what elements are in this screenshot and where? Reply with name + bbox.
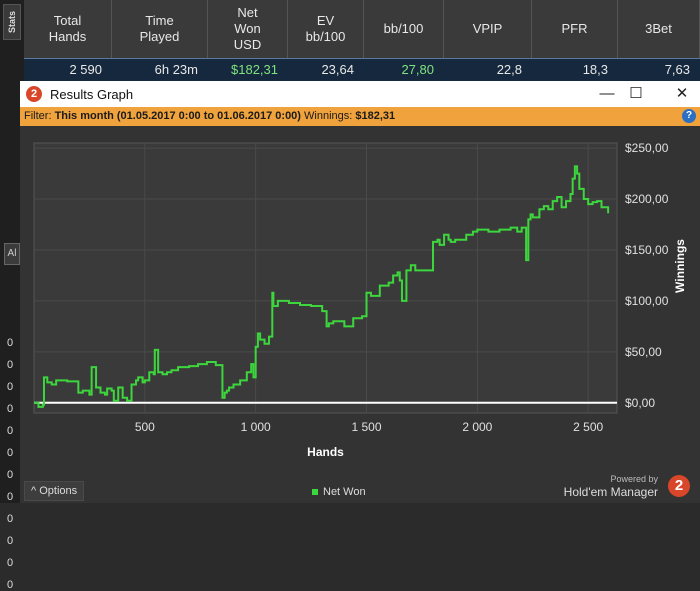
stats-cell: 6h 23m	[154, 62, 198, 77]
stats-cell: 7,63	[664, 62, 690, 77]
left-panel-box[interactable]: Al	[4, 243, 20, 265]
stats-cell: $182,31	[231, 62, 278, 77]
plot-area	[33, 142, 618, 414]
column-header[interactable]: VPIP	[444, 0, 532, 58]
column-header-label: bb/100	[383, 21, 424, 36]
column-header[interactable]: PFR	[532, 0, 618, 58]
chart-legend: Net Won	[312, 486, 366, 498]
left-list-item[interactable]: 0	[7, 535, 13, 547]
winnings-label: Winnings:	[304, 110, 353, 122]
filter-period: This month (01.05.2017 0:00 to 01.06.201…	[54, 110, 301, 122]
brand-logo-icon: 2	[668, 475, 690, 497]
column-header-label: VPIP	[472, 21, 503, 36]
left-list-item[interactable]: 0	[7, 425, 13, 437]
left-list-item[interactable]: 0	[7, 491, 13, 503]
stats-cell: 2 590	[69, 62, 102, 77]
left-list-item[interactable]: 0	[7, 557, 13, 569]
filter-bar: Filter: This month (01.05.2017 0:00 to 0…	[20, 107, 700, 126]
left-list-item[interactable]: 0	[7, 381, 13, 393]
x-tick-label: 2 500	[573, 420, 603, 434]
left-list-item[interactable]: 0	[7, 447, 13, 459]
stats-cell: 27,80	[401, 62, 434, 77]
column-header-label: Total Hands	[48, 13, 87, 44]
x-axis-label: Hands	[307, 445, 344, 459]
column-header-label: EV bb/100	[305, 13, 346, 44]
x-tick-label: 2 000	[462, 420, 492, 434]
legend-label: Net Won	[323, 486, 366, 498]
stats-header: Total Hands Time Played Net Won USD EV bb/1…	[24, 0, 700, 58]
column-header-label: PFR	[561, 21, 588, 36]
brand: Powered by Hold'em Manager 2	[564, 472, 694, 500]
minimize-icon[interactable]: —	[596, 84, 618, 104]
title-bar[interactable]: 2 Results Graph — ☐ ✕	[20, 81, 700, 107]
x-tick-label: 1 000	[241, 420, 271, 434]
chevron-up-icon: ^	[31, 485, 37, 497]
stats-row[interactable]: 2 590 6h 23m $182,31 23,64 27,80 22,8 18,3 7,63	[24, 58, 700, 81]
results-graph-window: 2 Results Graph — ☐ ✕ Filter: This month…	[20, 81, 700, 503]
app-logo-icon: 2	[26, 86, 42, 102]
y-tick-label: $100,00	[625, 294, 669, 308]
x-tick-label: 1 500	[351, 420, 381, 434]
stats-cell: 22,8	[496, 62, 522, 77]
window-title: Results Graph	[50, 87, 134, 102]
column-header[interactable]: 3Bet	[618, 0, 700, 58]
column-header-label: 3Bet	[645, 21, 672, 36]
options-label: Options	[39, 485, 78, 497]
y-tick-label: $0,00	[625, 396, 655, 410]
column-header[interactable]: bb/100	[364, 0, 444, 58]
stats-cell: 18,3	[582, 62, 608, 77]
close-icon[interactable]: ✕	[671, 84, 693, 104]
powered-by-label: Powered by	[610, 474, 658, 484]
y-tick-label: $50,00	[625, 345, 662, 359]
left-list-item[interactable]: 0	[7, 403, 13, 415]
help-icon[interactable]: ?	[682, 109, 696, 123]
left-list-item[interactable]: 0	[7, 579, 13, 591]
y-tick-label: $250,00	[625, 141, 669, 155]
y-tick-label: $150,00	[625, 243, 669, 257]
winnings-value: $182,31	[355, 110, 396, 122]
stats-tab[interactable]: Stats	[3, 4, 21, 40]
column-header-label: Net Won USD	[233, 5, 262, 52]
legend-swatch	[312, 489, 318, 495]
results-chart: $0,00 $50,00 $100,00 $150,00 $200,00 $250,00 5…	[33, 141, 687, 459]
stats-cell: 23,64	[321, 62, 354, 77]
brand-name: Hold'em Manager	[563, 485, 658, 499]
left-list-item[interactable]: 0	[7, 359, 13, 371]
left-list-item[interactable]: 0	[7, 337, 13, 349]
y-axis-label: Winnings	[673, 239, 687, 293]
y-tick-label: $200,00	[625, 192, 669, 206]
options-button[interactable]: ^ Options	[24, 481, 85, 501]
filter-label: Filter:	[24, 110, 52, 122]
x-tick-label: 500	[135, 420, 155, 434]
left-list-item[interactable]: 0	[7, 513, 13, 525]
column-header[interactable]: Total Hands	[24, 0, 112, 58]
column-header[interactable]: EV bb/100	[288, 0, 364, 58]
column-header[interactable]: Time Played	[112, 0, 208, 58]
left-list-item[interactable]: 0	[7, 469, 13, 481]
column-header[interactable]: Net Won USD	[208, 0, 288, 58]
column-header-label: Time Played	[139, 13, 180, 44]
maximize-icon[interactable]: ☐	[625, 84, 647, 104]
